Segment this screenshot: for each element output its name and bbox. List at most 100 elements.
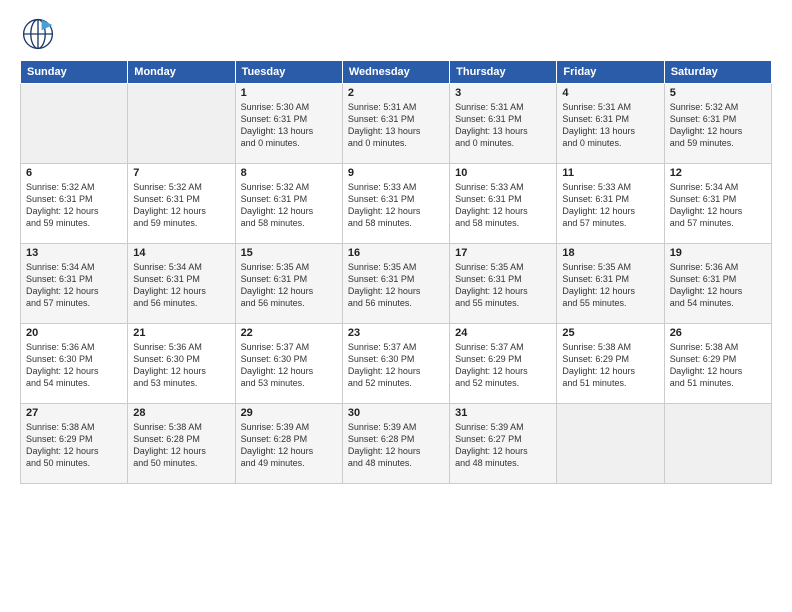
calendar-cell: 14 Sunrise: 5:34 AM Sunset: 6:31 PM Dayli… bbox=[128, 244, 235, 324]
day-number: 12 bbox=[670, 167, 766, 179]
day-info: Sunrise: 5:31 AM Sunset: 6:31 PM Dayligh… bbox=[562, 101, 658, 150]
day-info: Sunrise: 5:37 AM Sunset: 6:30 PM Dayligh… bbox=[348, 341, 444, 390]
calendar-cell: 19Sunrise: 5:36 AM Sunset: 6:31 PM Dayli… bbox=[664, 244, 771, 324]
calendar-week-1: 1 Sunrise: 5:30 AM Sunset: 6:31 PM Daylig… bbox=[21, 84, 772, 164]
calendar-cell: 20 Sunrise: 5:36 AM Sunset: 6:30 PM Dayli… bbox=[21, 324, 128, 404]
calendar-cell: 13Sunrise: 5:34 AM Sunset: 6:31 PM Dayli… bbox=[21, 244, 128, 324]
day-header-wednesday: Wednesday bbox=[342, 61, 449, 84]
day-info: Sunrise: 5:36 AM Sunset: 6:30 PM Dayligh… bbox=[133, 341, 229, 390]
day-number: 7 bbox=[133, 167, 229, 179]
day-number: 30 bbox=[348, 407, 444, 419]
day-header-monday: Monday bbox=[128, 61, 235, 84]
calendar-cell: 5 Sunrise: 5:32 AM Sunset: 6:31 PM Daylig… bbox=[664, 84, 771, 164]
day-number: 19 bbox=[670, 247, 766, 259]
calendar-cell: 15Sunrise: 5:35 AM Sunset: 6:31 PM Dayli… bbox=[235, 244, 342, 324]
day-info: Sunrise: 5:39 AM Sunset: 6:27 PM Dayligh… bbox=[455, 421, 551, 470]
calendar-cell: 17Sunrise: 5:35 AM Sunset: 6:31 PM Dayli… bbox=[450, 244, 557, 324]
day-number: 18 bbox=[562, 247, 658, 259]
calendar-cell: 24 Sunrise: 5:37 AM Sunset: 6:29 PM Dayli… bbox=[450, 324, 557, 404]
calendar-cell bbox=[557, 404, 664, 484]
day-info: Sunrise: 5:38 AM Sunset: 6:29 PM Dayligh… bbox=[562, 341, 658, 390]
day-number: 24 bbox=[455, 327, 551, 339]
day-number: 20 bbox=[26, 327, 122, 339]
day-info: Sunrise: 5:30 AM Sunset: 6:31 PM Dayligh… bbox=[241, 101, 337, 150]
day-number: 14 bbox=[133, 247, 229, 259]
day-header-saturday: Saturday bbox=[664, 61, 771, 84]
calendar-cell: 31 Sunrise: 5:39 AM Sunset: 6:27 PM Dayli… bbox=[450, 404, 557, 484]
calendar-cell: 3 Sunrise: 5:31 AM Sunset: 6:31 PM Daylig… bbox=[450, 84, 557, 164]
calendar-cell bbox=[664, 404, 771, 484]
day-info: Sunrise: 5:32 AM Sunset: 6:31 PM Dayligh… bbox=[241, 181, 337, 230]
day-info: Sunrise: 5:38 AM Sunset: 6:28 PM Dayligh… bbox=[133, 421, 229, 470]
day-info: Sunrise: 5:35 AM Sunset: 6:31 PM Dayligh… bbox=[562, 261, 658, 310]
day-number: 11 bbox=[562, 167, 658, 179]
day-info: Sunrise: 5:38 AM Sunset: 6:29 PM Dayligh… bbox=[26, 421, 122, 470]
calendar-cell: 22 Sunrise: 5:37 AM Sunset: 6:30 PM Dayli… bbox=[235, 324, 342, 404]
calendar-cell: 25Sunrise: 5:38 AM Sunset: 6:29 PM Dayli… bbox=[557, 324, 664, 404]
calendar-cell: 27 Sunrise: 5:38 AM Sunset: 6:29 PM Dayli… bbox=[21, 404, 128, 484]
day-number: 13 bbox=[26, 247, 122, 259]
calendar-cell: 10Sunrise: 5:33 AM Sunset: 6:31 PM Dayli… bbox=[450, 164, 557, 244]
calendar-week-3: 13 Sunrise: 5:34 AM Sunset: 6:31 PM Dayli… bbox=[21, 244, 772, 324]
page-header bbox=[20, 16, 772, 52]
calendar-cell: 2 Sunrise: 5:31 AM Sunset: 6:31 PM Daylig… bbox=[342, 84, 449, 164]
day-info: Sunrise: 5:37 AM Sunset: 6:29 PM Dayligh… bbox=[455, 341, 551, 390]
calendar-week-4: 20 Sunrise: 5:36 AM Sunset: 6:30 PM Dayli… bbox=[21, 324, 772, 404]
day-info: Sunrise: 5:36 AM Sunset: 6:30 PM Dayligh… bbox=[26, 341, 122, 390]
calendar-cell: 28 Sunrise: 5:38 AM Sunset: 6:28 PM Dayli… bbox=[128, 404, 235, 484]
calendar-week-5: 27 Sunrise: 5:38 AM Sunset: 6:29 PM Dayli… bbox=[21, 404, 772, 484]
day-header-thursday: Thursday bbox=[450, 61, 557, 84]
day-number: 28 bbox=[133, 407, 229, 419]
calendar-cell: 12 Sunrise: 5:34 AM Sunset: 6:31 PM Dayli… bbox=[664, 164, 771, 244]
day-info: Sunrise: 5:32 AM Sunset: 6:31 PM Dayligh… bbox=[26, 181, 122, 230]
calendar-week-2: 6 Sunrise: 5:32 AM Sunset: 6:31 PM Daylig… bbox=[21, 164, 772, 244]
day-info: Sunrise: 5:37 AM Sunset: 6:30 PM Dayligh… bbox=[241, 341, 337, 390]
day-info: Sunrise: 5:33 AM Sunset: 6:31 PM Dayligh… bbox=[562, 181, 658, 230]
calendar-cell: 21 Sunrise: 5:36 AM Sunset: 6:30 PM Dayli… bbox=[128, 324, 235, 404]
day-info: Sunrise: 5:32 AM Sunset: 6:31 PM Dayligh… bbox=[670, 101, 766, 150]
day-info: Sunrise: 5:38 AM Sunset: 6:29 PM Dayligh… bbox=[670, 341, 766, 390]
day-header-friday: Friday bbox=[557, 61, 664, 84]
calendar-cell: 23 Sunrise: 5:37 AM Sunset: 6:30 PM Dayli… bbox=[342, 324, 449, 404]
day-number: 21 bbox=[133, 327, 229, 339]
day-number: 6 bbox=[26, 167, 122, 179]
calendar-cell: 4Sunrise: 5:31 AM Sunset: 6:31 PM Daylig… bbox=[557, 84, 664, 164]
calendar-cell: 6 Sunrise: 5:32 AM Sunset: 6:31 PM Daylig… bbox=[21, 164, 128, 244]
day-number: 22 bbox=[241, 327, 337, 339]
day-info: Sunrise: 5:33 AM Sunset: 6:31 PM Dayligh… bbox=[348, 181, 444, 230]
day-info: Sunrise: 5:35 AM Sunset: 6:31 PM Dayligh… bbox=[348, 261, 444, 310]
day-number: 31 bbox=[455, 407, 551, 419]
calendar-cell: 29Sunrise: 5:39 AM Sunset: 6:28 PM Dayli… bbox=[235, 404, 342, 484]
day-number: 8 bbox=[241, 167, 337, 179]
day-info: Sunrise: 5:34 AM Sunset: 6:31 PM Dayligh… bbox=[133, 261, 229, 310]
calendar-cell: 26 Sunrise: 5:38 AM Sunset: 6:29 PM Dayli… bbox=[664, 324, 771, 404]
calendar-cell bbox=[21, 84, 128, 164]
day-info: Sunrise: 5:32 AM Sunset: 6:31 PM Dayligh… bbox=[133, 181, 229, 230]
calendar-cell: 8 Sunrise: 5:32 AM Sunset: 6:31 PM Daylig… bbox=[235, 164, 342, 244]
day-number: 17 bbox=[455, 247, 551, 259]
calendar-cell: 7 Sunrise: 5:32 AM Sunset: 6:31 PM Daylig… bbox=[128, 164, 235, 244]
day-number: 27 bbox=[26, 407, 122, 419]
day-number: 26 bbox=[670, 327, 766, 339]
globe-icon bbox=[20, 16, 56, 52]
calendar-cell: 11 Sunrise: 5:33 AM Sunset: 6:31 PM Dayli… bbox=[557, 164, 664, 244]
calendar-cell: 1 Sunrise: 5:30 AM Sunset: 6:31 PM Daylig… bbox=[235, 84, 342, 164]
calendar-cell: 30 Sunrise: 5:39 AM Sunset: 6:28 PM Dayli… bbox=[342, 404, 449, 484]
day-number: 29 bbox=[241, 407, 337, 419]
day-info: Sunrise: 5:33 AM Sunset: 6:31 PM Dayligh… bbox=[455, 181, 551, 230]
calendar-cell: 9Sunrise: 5:33 AM Sunset: 6:31 PM Daylig… bbox=[342, 164, 449, 244]
day-number: 2 bbox=[348, 87, 444, 99]
calendar-cell bbox=[128, 84, 235, 164]
day-info: Sunrise: 5:31 AM Sunset: 6:31 PM Dayligh… bbox=[348, 101, 444, 150]
day-number: 15 bbox=[241, 247, 337, 259]
day-number: 16 bbox=[348, 247, 444, 259]
day-number: 5 bbox=[670, 87, 766, 99]
day-info: Sunrise: 5:34 AM Sunset: 6:31 PM Dayligh… bbox=[670, 181, 766, 230]
day-header-tuesday: Tuesday bbox=[235, 61, 342, 84]
day-number: 23 bbox=[348, 327, 444, 339]
day-number: 3 bbox=[455, 87, 551, 99]
day-info: Sunrise: 5:31 AM Sunset: 6:31 PM Dayligh… bbox=[455, 101, 551, 150]
day-number: 1 bbox=[241, 87, 337, 99]
day-info: Sunrise: 5:39 AM Sunset: 6:28 PM Dayligh… bbox=[348, 421, 444, 470]
logo bbox=[20, 16, 60, 52]
